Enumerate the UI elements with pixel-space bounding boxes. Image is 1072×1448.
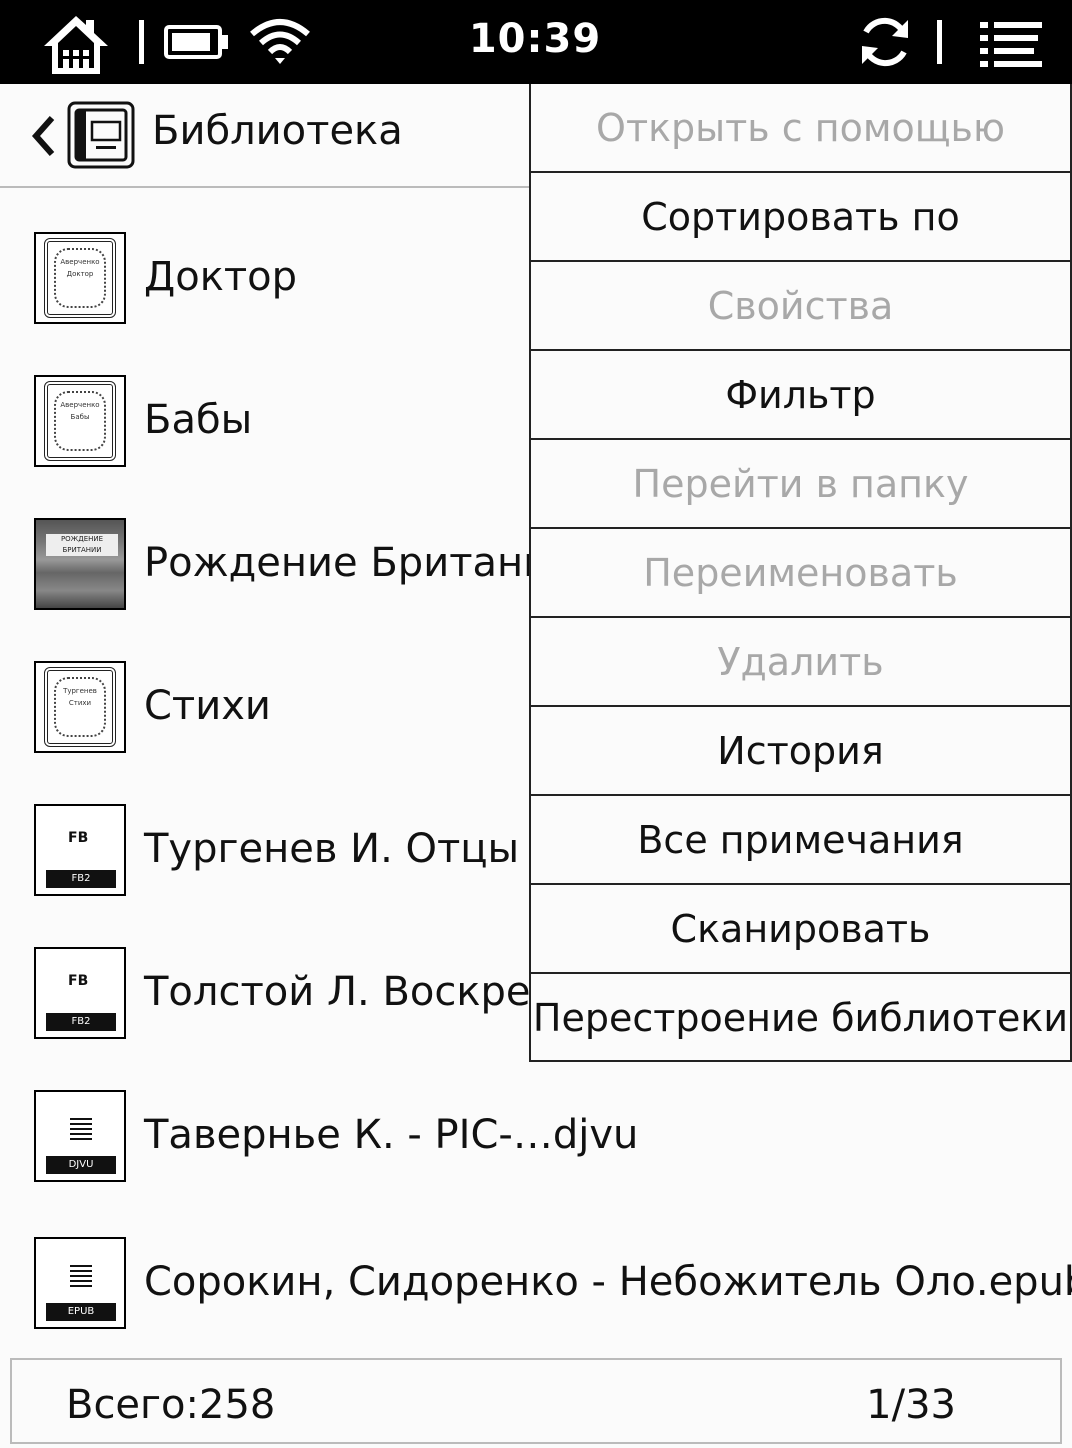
cover-author: Тургенев <box>63 687 97 695</box>
footer-bar: Всего:258 1/33 <box>10 1358 1062 1444</box>
menu-delete: Удалить <box>531 618 1070 707</box>
book-title: Доктор <box>144 254 298 300</box>
home-icon[interactable] <box>40 12 112 76</box>
sync-icon[interactable] <box>856 14 914 70</box>
djvu-file-icon: DJVU <box>34 1090 126 1182</box>
book-row[interactable]: DJVU Таверньe К. - PIC-…djvu <box>0 1048 1072 1191</box>
book-cover: РОЖДЕНИЕ БРИТАНИИ <box>34 518 126 610</box>
cover-author: Аверченко <box>60 258 100 266</box>
cover-title: Доктор <box>66 270 94 278</box>
book-cover: Аверченко Доктор <box>34 232 126 324</box>
cover-author: Аверченко <box>60 401 100 409</box>
book-title: Бабы <box>144 397 253 443</box>
fb-badge-icon: FB <box>68 973 89 989</box>
menu-open-with: Открыть с помощью <box>531 84 1070 173</box>
chevron-left-icon[interactable] <box>28 112 58 160</box>
status-bar: 10:39 <box>0 0 1072 84</box>
book-title: Сорокин, Сидоренко - Небожитель Оло.epub <box>144 1259 1072 1305</box>
battery-icon <box>164 25 228 59</box>
book-title: Толстой Л. Воскресе <box>144 969 578 1015</box>
menu-scan[interactable]: Сканировать <box>531 885 1070 974</box>
format-label: DJVU <box>46 1156 116 1174</box>
menu-all-notes[interactable]: Все примечания <box>531 796 1070 885</box>
context-menu: Открыть с помощью Сортировать по Свойств… <box>529 84 1072 1062</box>
book-title: Стихи <box>144 683 271 729</box>
cover-title: Бабы <box>70 413 90 421</box>
fb-badge-icon: FB <box>68 830 89 846</box>
menu-rename: Переименовать <box>531 529 1070 618</box>
fb2-file-icon: FB FB2 <box>34 947 126 1039</box>
book-cover: Аверченко Бабы <box>34 375 126 467</box>
cover-title: Стихи <box>68 699 92 707</box>
epub-file-icon: EPUB <box>34 1237 126 1329</box>
format-label: EPUB <box>46 1303 116 1321</box>
page-title: Библиотека <box>152 108 403 154</box>
page-indicator[interactable]: 1/33 <box>866 1382 956 1428</box>
status-separator <box>937 20 942 64</box>
library-icon <box>67 101 135 169</box>
text-lines-icon <box>70 1118 92 1140</box>
total-count: Всего:258 <box>66 1382 276 1428</box>
cover-title: РОЖДЕНИЕ БРИТАНИИ <box>46 534 118 556</box>
menu-properties: Свойства <box>531 262 1070 351</box>
format-label: FB2 <box>46 1013 116 1031</box>
format-label: FB2 <box>46 870 116 888</box>
book-title: Таверньe К. - PIC-…djvu <box>144 1112 639 1158</box>
text-lines-icon <box>70 1265 92 1287</box>
book-title: Рождение Британии <box>144 540 576 586</box>
status-separator <box>139 20 144 64</box>
wifi-icon[interactable] <box>248 16 312 66</box>
menu-list-icon[interactable] <box>980 22 1042 68</box>
menu-history[interactable]: История <box>531 707 1070 796</box>
fb2-file-icon: FB FB2 <box>34 804 126 896</box>
menu-filter[interactable]: Фильтр <box>531 351 1070 440</box>
clock: 10:39 <box>468 16 602 62</box>
menu-go-to-folder: Перейти в папку <box>531 440 1070 529</box>
book-row[interactable]: EPUB Сорокин, Сидоренко - Небожитель Оло… <box>0 1195 1072 1338</box>
book-cover: Тургенев Стихи <box>34 661 126 753</box>
menu-sort-by[interactable]: Сортировать по <box>531 173 1070 262</box>
menu-rebuild-library[interactable]: Перестроение библиотеки <box>531 974 1070 1063</box>
